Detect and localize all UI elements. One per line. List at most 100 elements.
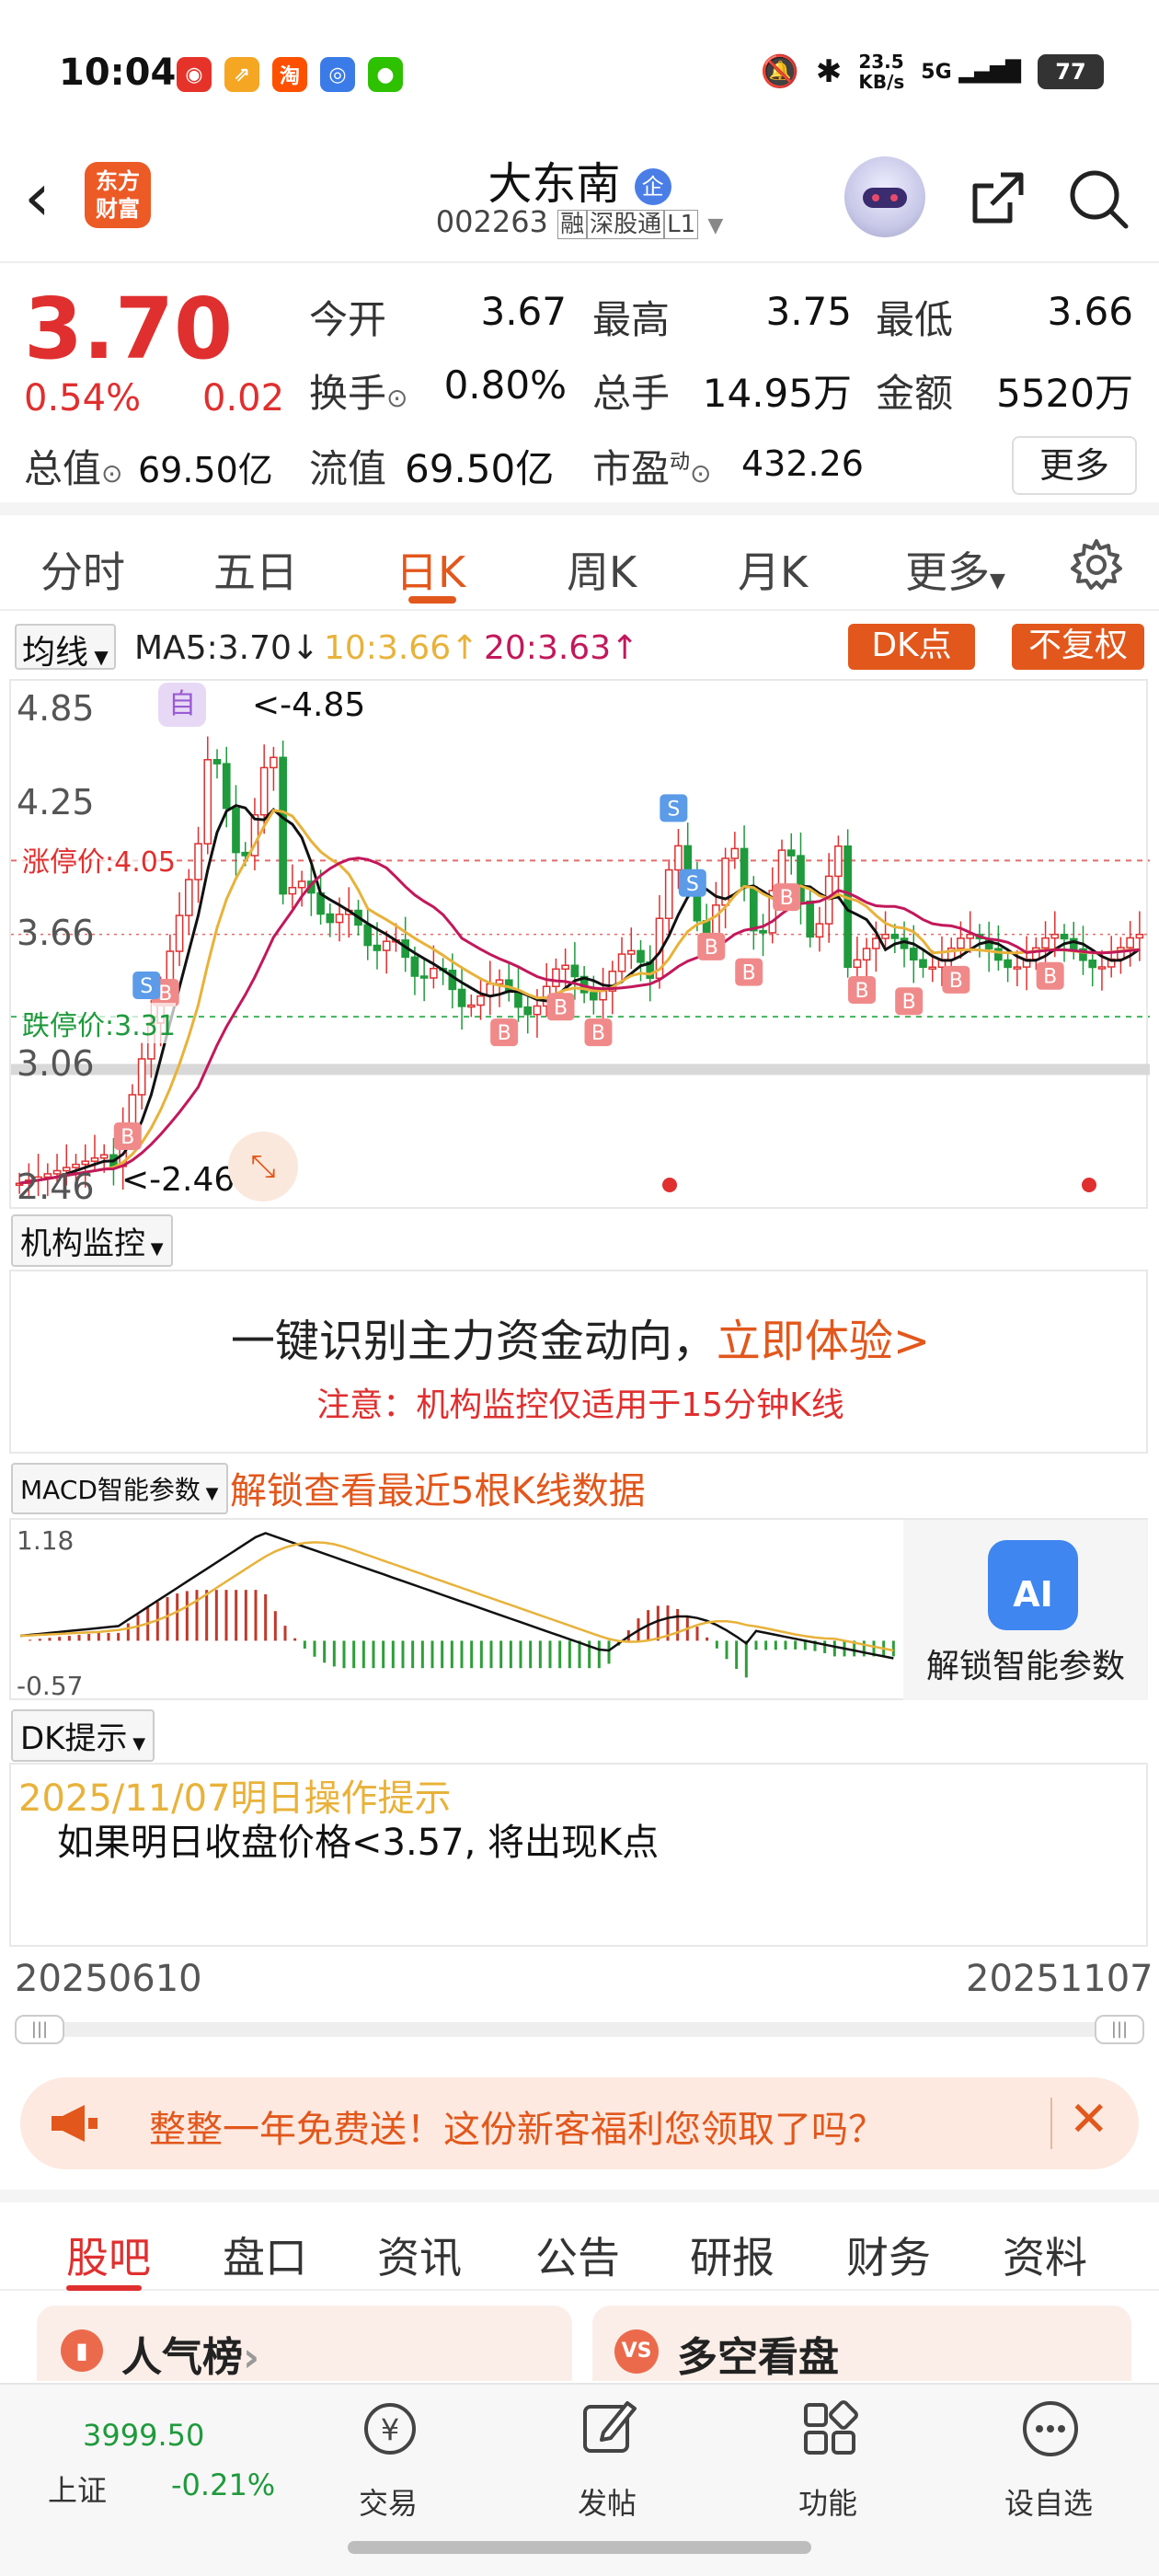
candle (137, 1058, 146, 1096)
range-slider-right-handle[interactable]: ||| (1095, 2015, 1144, 2044)
nav-trade[interactable]: ¥ 交易 (305, 2385, 471, 2521)
promo-banner[interactable]: 整整一年免费送！这份新客福利您领取了吗？ ✕ (20, 2077, 1139, 2169)
more-button[interactable]: 更多 (1012, 436, 1137, 495)
buy-marker-label: B (591, 1022, 605, 1045)
nav-post[interactable]: 发帖 (524, 2385, 690, 2521)
buy-marker-label: B (902, 991, 916, 1014)
inst-monitor-select[interactable]: 机构监控 ▼ (11, 1214, 173, 1267)
expand-icon[interactable]: ⤡ (228, 1132, 298, 1202)
tab-finance[interactable]: 财务 (846, 2225, 931, 2285)
candle (175, 914, 184, 952)
info-icon[interactable]: ⊙ (101, 458, 122, 489)
bottom-nav: 3999.50 上证 -0.21% ¥ 交易 发帖 功能 设自选 (0, 2383, 1159, 2576)
kline-chart[interactable]: BBSBBBSSBBBBBBB 4.85 4.25 3.66 3.06 2.46… (9, 679, 1150, 1209)
tab-weekly-k[interactable]: 周K (567, 539, 637, 600)
candle (759, 929, 767, 934)
range-slider-left-handle[interactable]: ||| (15, 2015, 64, 2044)
taobao-icon: 淘 (272, 57, 307, 92)
low-label: 最低 (876, 297, 954, 342)
candle (457, 988, 466, 1007)
event-dot (1082, 1178, 1096, 1192)
volume-value: 14.95万 (702, 371, 852, 416)
index-change[interactable]: -0.21% (171, 2467, 275, 2502)
dk-select[interactable]: DK提示 ▼ (11, 1709, 155, 1762)
candle (806, 900, 815, 938)
candle (928, 966, 937, 970)
search-icon[interactable] (1065, 166, 1131, 232)
candle (410, 956, 419, 977)
ma-select[interactable]: 均线 ▼ (15, 624, 116, 672)
tab-announcements[interactable]: 公告 (535, 2225, 620, 2285)
candle (81, 1160, 90, 1166)
candle (194, 843, 202, 880)
info-icon[interactable]: ⊙ (386, 383, 407, 413)
enterprise-badge: 企 (634, 168, 671, 205)
share-icon[interactable] (964, 166, 1030, 232)
tab-profile[interactable]: 资料 (1003, 2225, 1087, 2285)
popularity-card[interactable]: ▮ 人气榜› (37, 2306, 572, 2381)
tab-news[interactable]: 资讯 (377, 2225, 462, 2285)
kline-chart-svg: BBSBBBSSBBBB BB B (11, 736, 1150, 1196)
candle (363, 924, 373, 947)
candle (259, 766, 269, 816)
close-icon[interactable]: ✕ (1069, 2092, 1109, 2147)
nav-functions[interactable]: 功能 (745, 2385, 911, 2521)
tab-monthly-k[interactable]: 月K (738, 539, 808, 600)
tab-research[interactable]: 研报 (690, 2225, 775, 2285)
ai-unlock-label: 解锁智能参数 (925, 1648, 1125, 1685)
candle (297, 880, 306, 889)
dk-point-button[interactable]: DK点 (848, 624, 975, 670)
no-adjust-button[interactable]: 不复权 (1012, 624, 1144, 670)
robot-avatar-icon[interactable] (844, 156, 925, 237)
candle (561, 964, 569, 971)
period-tabs: 分时 五日 日K 周K 月K 更多▼ (0, 519, 1159, 611)
gray-band (11, 1064, 1150, 1075)
gear-icon[interactable] (1069, 537, 1124, 592)
home-indicator[interactable] (348, 2541, 811, 2554)
candle (430, 967, 438, 979)
index-value[interactable]: 3999.50 (83, 2418, 204, 2453)
index-name[interactable]: 上证 (48, 2467, 107, 2510)
promo-text: 整整一年免费送！这份新客福利您领取了吗？ (149, 2109, 885, 2151)
stock-header: ‹ 东方 财富 大东南 企 002263 融深股通 L1 ▼ (0, 147, 1159, 263)
auto-tag[interactable]: 自 (158, 683, 206, 727)
tab-five-day[interactable]: 五日 (213, 539, 298, 600)
candle (617, 953, 626, 972)
candle (599, 990, 607, 1001)
min-price-note: <-2.46 (121, 1161, 235, 1199)
y-label-min: 2.46 (17, 1167, 95, 1207)
tab-more[interactable]: 更多▼ (905, 539, 1005, 600)
open-label: 今开 (309, 297, 387, 342)
candle (382, 940, 391, 951)
ma10-label: 10:3.66↑ (324, 629, 479, 667)
ai-unlock-overlay[interactable]: AI 解锁智能参数 (903, 1520, 1148, 1700)
tab-orderbook[interactable]: 盘口 (223, 2225, 307, 2285)
status-bar: 10:04 ◉ ⇗ 淘 ◎ ● 🔕 ✱ 23.5 KB/s 5G ▂▄▆█ 77 (0, 0, 1159, 147)
popularity-label: 人气榜› (121, 2334, 260, 2381)
candle (815, 923, 824, 938)
macd-select[interactable]: MACD智能参数 ▼ (11, 1463, 228, 1514)
tab-daily-k[interactable]: 日K (396, 539, 465, 600)
ma-row: 均线 ▼ MA5:3.70↓ 10:3.66↑ 20:3.63↑ DK点 不复权 (0, 618, 1159, 673)
event-dot (662, 1178, 677, 1192)
candle (872, 937, 880, 949)
turnover-value: 0.80% (443, 362, 567, 408)
dif-line (19, 1532, 894, 1660)
nav-add-watchlist[interactable]: 设自选 (966, 2385, 1131, 2521)
try-now-link[interactable]: 立即体验> (717, 1316, 930, 1367)
ai-icon: AI (988, 1540, 1078, 1630)
bluetooth-icon: ✱ (815, 53, 843, 90)
long-short-card[interactable]: VS 多空看盘 (592, 2306, 1131, 2381)
pe-label: 市盈动⊙ (592, 446, 712, 491)
wechat-icon: ● (368, 57, 403, 92)
tab-intraday[interactable]: 分时 (40, 539, 125, 600)
tab-forum[interactable]: 股吧 (66, 2225, 151, 2285)
info-icon[interactable]: ⊙ (690, 458, 711, 489)
candle (335, 914, 344, 924)
buy-marker-label: B (855, 980, 868, 1003)
content-tabs: 股吧 盘口 资讯 公告 研报 财务 资料 (0, 2190, 1159, 2291)
ma10-line (18, 809, 1140, 1185)
svg-text:¥: ¥ (381, 2412, 399, 2447)
inst-note: 注意：机构监控仅适用于15分钟K线 (316, 1386, 844, 1424)
macd-unlock-text[interactable]: 解锁查看最近5根K线数据 (230, 1461, 646, 1514)
